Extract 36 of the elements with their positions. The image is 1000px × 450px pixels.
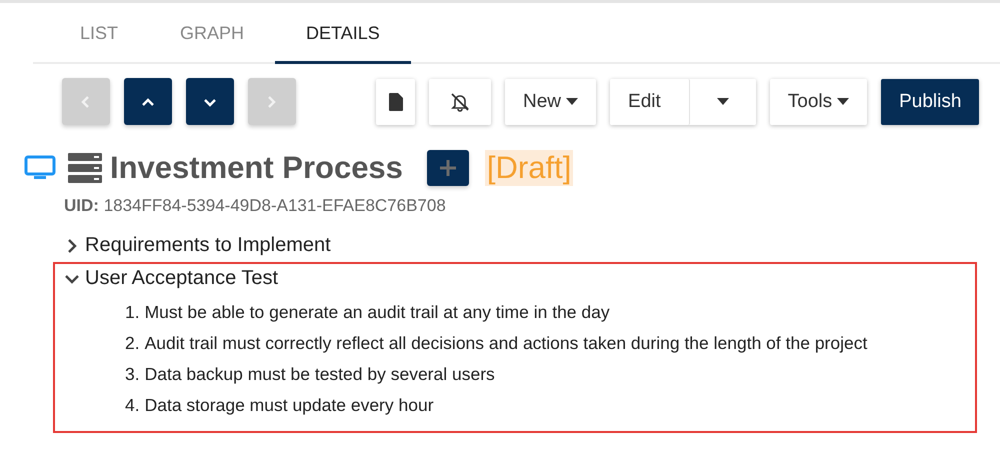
list-item-text: Audit trail must correctly reflect all decisions and actions taken during the length of the project <box>144 333 868 354</box>
dropdown-button[interactable]: New <box>505 78 596 124</box>
notifications-off-button[interactable] <box>429 78 491 124</box>
monitor-icon <box>24 155 56 181</box>
uid-label: UID: <box>64 196 99 215</box>
list-number: 2. <box>125 333 140 354</box>
list-number: 1. <box>125 302 140 323</box>
list-item-text: Data storage must update every hour <box>144 395 434 416</box>
tab[interactable]: DETAILS <box>275 3 411 64</box>
page-title: Investment Process <box>110 150 403 186</box>
document-icon <box>388 92 402 110</box>
list-number: 4. <box>125 395 140 416</box>
tab[interactable]: LIST <box>49 3 150 64</box>
list-number: 3. <box>125 364 140 385</box>
publish-button[interactable]: Publish <box>881 78 980 124</box>
server-icon <box>68 153 102 183</box>
document-button[interactable] <box>376 78 415 124</box>
caret-icon <box>566 98 578 105</box>
list-item-text: Data backup must be tested by several users <box>144 364 495 385</box>
bell-off-icon <box>449 90 471 112</box>
edit-button[interactable]: Edit <box>610 78 690 124</box>
section-header[interactable]: User Acceptance Test <box>65 264 278 293</box>
add-button[interactable] <box>426 150 469 186</box>
caret-icon <box>837 98 850 105</box>
uid-value: 1834FF84-5394-49D8-A131-EFAE8C76B708 <box>104 196 446 215</box>
tab[interactable]: GRAPH <box>149 3 276 64</box>
dropdown-toggle[interactable] <box>690 78 756 124</box>
chevron-icon <box>65 238 79 252</box>
section-header[interactable]: Requirements to Implement <box>65 231 331 260</box>
down-button[interactable] <box>186 78 234 125</box>
plus-icon <box>438 159 457 177</box>
dropdown-button[interactable]: Tools <box>770 78 868 124</box>
status-label: [Draft] <box>484 150 574 186</box>
list-item-text: Must be able to generate an audit trail at any time in the day <box>144 302 610 323</box>
caret-icon <box>716 98 729 105</box>
up-button[interactable] <box>124 78 172 125</box>
